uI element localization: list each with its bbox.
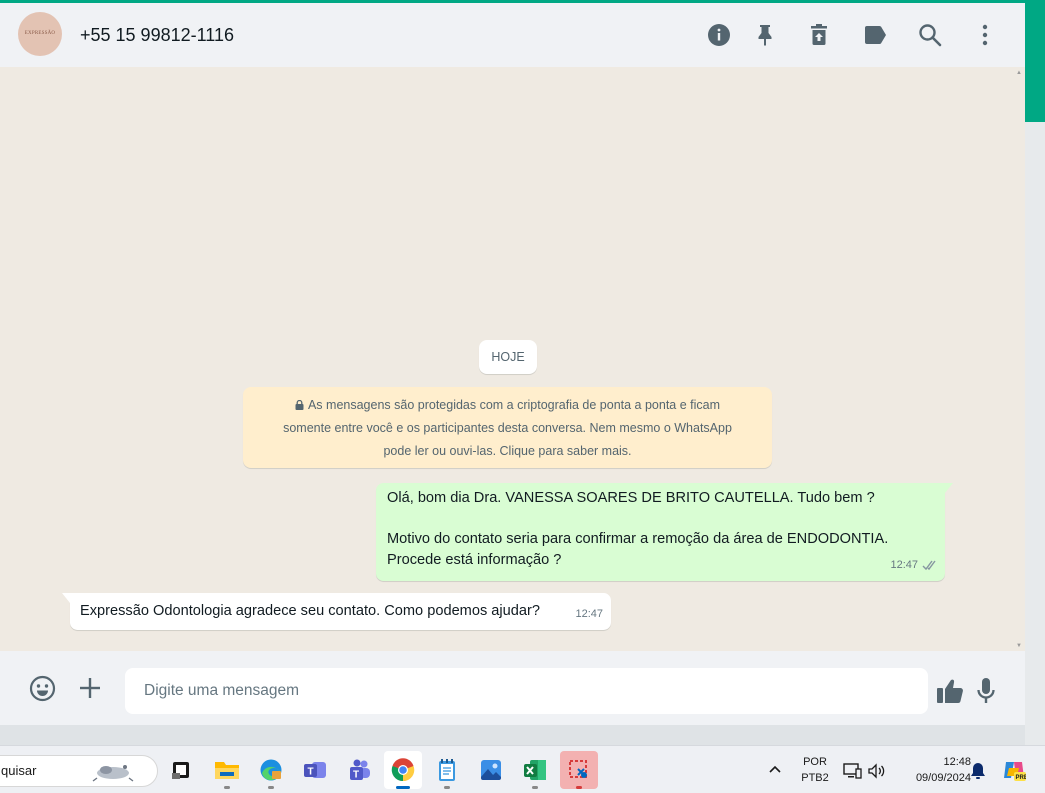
photos-icon[interactable] <box>472 751 510 789</box>
scroll-up-arrow[interactable]: ▲ <box>1016 70 1022 76</box>
svg-text:T: T <box>353 770 359 781</box>
delete-icon[interactable] <box>806 22 832 48</box>
microphone-icon[interactable] <box>971 676 1001 706</box>
system-clock[interactable]: 12:48 09/09/2024 <box>893 754 971 786</box>
message-time: 12:47 <box>890 559 918 571</box>
info-icon[interactable] <box>706 22 732 48</box>
scroll-down-arrow[interactable]: ▼ <box>1016 643 1022 649</box>
network-icon[interactable] <box>843 762 863 780</box>
right-accent-bar <box>1025 0 1045 122</box>
notepad-icon[interactable] <box>428 751 466 789</box>
notification-bell-icon[interactable] <box>970 762 986 780</box>
message-text: Expressão Odontologia agradece seu conta… <box>80 603 540 619</box>
snipping-tool-icon[interactable] <box>560 751 598 789</box>
avatar-logo-text: EXPRESSÃO <box>24 31 56 37</box>
chat-header: EXPRESSÃO +55 15 99812-1116 <box>0 3 1025 67</box>
clock-time: 12:48 <box>943 756 971 768</box>
outgoing-message[interactable]: Olá, bom dia Dra. VANESSA SOARES DE BRIT… <box>376 483 953 581</box>
notice-line-2: somente entre você e os participantes de… <box>283 421 732 435</box>
message-input[interactable] <box>125 668 928 714</box>
svg-text:T: T <box>308 767 314 778</box>
thumbs-up-icon[interactable] <box>935 676 965 706</box>
label-icon[interactable] <box>862 22 888 48</box>
volume-icon[interactable] <box>867 762 887 780</box>
taskbar-search-text: quisar <box>1 763 37 778</box>
chrome-browser-icon[interactable] <box>384 751 422 789</box>
clock-date: 09/09/2024 <box>915 772 971 784</box>
emoji-icon[interactable] <box>27 673 57 703</box>
show-hidden-icons-chevron[interactable] <box>766 761 784 779</box>
message-composer <box>0 651 1025 725</box>
file-explorer-icon[interactable] <box>208 751 246 789</box>
copilot-icon[interactable]: PRE <box>1002 758 1026 782</box>
pin-icon[interactable] <box>752 22 778 48</box>
incoming-message[interactable]: Expressão Odontologia agradece seu conta… <box>62 593 611 630</box>
task-view-icon[interactable] <box>162 751 200 789</box>
excel-icon[interactable] <box>516 751 554 789</box>
date-separator: HOJE <box>479 340 537 374</box>
search-icon[interactable] <box>917 22 943 48</box>
message-line-2: Motivo do contato seria para confirmar a… <box>387 531 889 547</box>
plus-icon[interactable] <box>75 673 105 703</box>
teams-icon[interactable]: T <box>340 751 378 789</box>
message-line-3: Procede está informação ? <box>387 552 562 568</box>
menu-icon[interactable] <box>972 22 998 48</box>
contact-name[interactable]: +55 15 99812-1116 <box>80 25 234 46</box>
lock-icon <box>295 400 304 410</box>
conversation-panel[interactable]: ▲ ▼ HOJE As mensagens são protegidas com… <box>0 67 1025 651</box>
windows-taskbar: quisar T T POR PTB2 12:48 09/09/2024 PRE <box>0 745 1045 793</box>
taskbar-search-box[interactable]: quisar <box>0 755 158 787</box>
language-code: POR <box>803 756 827 768</box>
encryption-notice[interactable]: As mensagens são protegidas com a cripto… <box>243 387 772 468</box>
svg-text:PRE: PRE <box>1016 775 1027 781</box>
edge-browser-icon[interactable] <box>252 751 290 789</box>
input-language-indicator[interactable]: POR PTB2 <box>795 754 835 786</box>
notice-line-3: pode ler ou ouvi-las. Clique para saber … <box>383 444 632 458</box>
message-time: 12:47 <box>575 608 603 620</box>
message-line-1: Olá, bom dia Dra. VANESSA SOARES DE BRIT… <box>387 490 875 506</box>
double-check-icon <box>922 560 936 571</box>
teams-classic-icon[interactable]: T <box>296 751 334 789</box>
keyboard-layout: PTB2 <box>801 772 829 784</box>
contact-avatar[interactable]: EXPRESSÃO <box>18 12 62 56</box>
search-highlight-icon <box>92 765 134 782</box>
notice-line-1: As mensagens são protegidas com a cripto… <box>307 398 721 412</box>
